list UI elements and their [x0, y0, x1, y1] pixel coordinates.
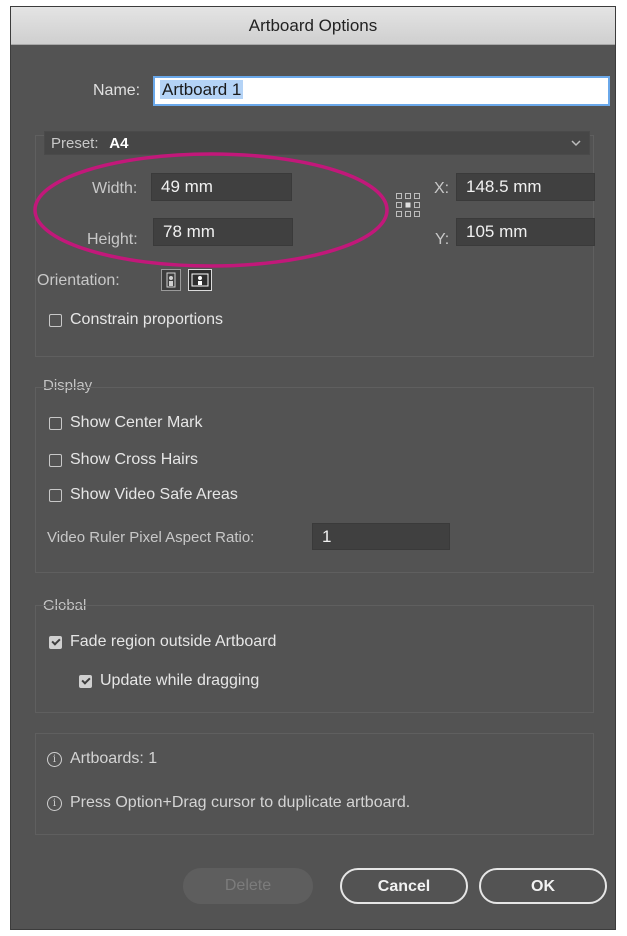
cross-hairs-checkbox-box: [49, 453, 62, 467]
show-cross-hairs-label: Show Cross Hairs: [70, 451, 199, 468]
fade-region-checkbox[interactable]: Fade region outside Artboard: [49, 633, 276, 651]
y-field[interactable]: 105 mm: [456, 218, 595, 246]
show-video-safe-areas-checkbox[interactable]: Show Video Safe Areas: [49, 486, 238, 504]
show-video-safe-areas-label: Show Video Safe Areas: [70, 486, 238, 503]
pixel-aspect-ratio-label: Video Ruler Pixel Aspect Ratio:: [47, 529, 255, 546]
info-panel: [35, 733, 594, 835]
video-safe-checkbox-box: [49, 488, 62, 502]
update-while-dragging-checkbox[interactable]: Update while dragging: [79, 672, 259, 690]
landscape-icon: [191, 273, 209, 287]
chevron-down-icon: [571, 140, 581, 147]
orientation-label: Orientation:: [37, 272, 120, 289]
name-field[interactable]: Artboard 1: [153, 76, 610, 106]
reference-point-grid-icon[interactable]: [395, 192, 421, 218]
show-cross-hairs-checkbox[interactable]: Show Cross Hairs: [49, 451, 198, 469]
update-dragging-checkbox-box: [79, 674, 92, 688]
duplicate-tip-text: Press Option+Drag cursor to duplicate ar…: [70, 794, 411, 811]
artboards-count-info: i Artboards: 1: [47, 750, 157, 768]
name-label: Name:: [93, 82, 141, 99]
portrait-orientation-button[interactable]: [161, 269, 181, 291]
duplicate-tip-info: i Press Option+Drag cursor to duplicate …: [47, 794, 410, 812]
x-label: X:: [434, 180, 450, 197]
pixel-aspect-ratio-field[interactable]: 1: [312, 523, 450, 550]
constrain-proportions-checkbox[interactable]: Constrain proportions: [49, 311, 223, 329]
name-field-value: Artboard 1: [160, 80, 244, 99]
portrait-icon: [166, 272, 176, 288]
global-panel: [35, 605, 594, 713]
constrain-checkbox-box: [49, 313, 62, 327]
delete-button[interactable]: Delete: [183, 868, 313, 904]
dialog-title: Artboard Options: [11, 7, 615, 45]
landscape-orientation-button[interactable]: [188, 269, 212, 291]
annotation-ellipse: [33, 152, 389, 268]
ok-button[interactable]: OK: [479, 868, 607, 904]
show-center-mark-checkbox[interactable]: Show Center Mark: [49, 414, 203, 432]
center-mark-checkbox-box: [49, 416, 62, 430]
show-center-mark-label: Show Center Mark: [70, 414, 203, 431]
x-field[interactable]: 148.5 mm: [456, 173, 595, 201]
artboard-options-dialog: Artboard Options Name: Artboard 1 Preset…: [10, 6, 616, 930]
fade-region-checkbox-box: [49, 635, 62, 649]
artboards-count-text: Artboards: 1: [70, 750, 158, 767]
info-icon: i: [47, 795, 62, 811]
cancel-button[interactable]: Cancel: [340, 868, 468, 904]
update-while-dragging-label: Update while dragging: [100, 672, 260, 689]
fade-region-label: Fade region outside Artboard: [70, 633, 277, 650]
y-label: Y:: [435, 231, 450, 248]
info-icon: i: [47, 751, 62, 767]
constrain-proportions-label: Constrain proportions: [70, 311, 223, 328]
